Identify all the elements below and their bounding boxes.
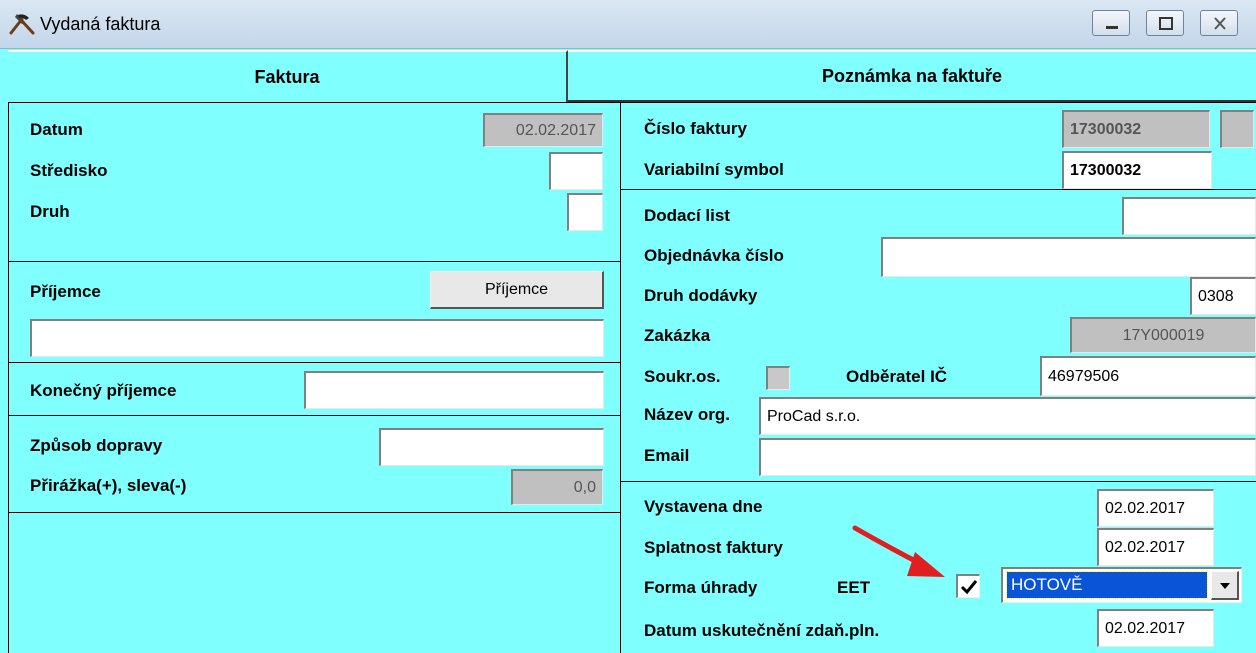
soukr-os-label: Soukr.os.	[644, 367, 721, 386]
nazev-org-field[interactable]: ProCad s.r.o.	[759, 397, 1256, 435]
checkmark-icon	[960, 580, 978, 595]
druh-field[interactable]	[567, 193, 603, 231]
prijemce-field[interactable]	[30, 319, 604, 357]
minimize-button[interactable]	[1092, 10, 1130, 36]
close-icon	[1214, 17, 1226, 30]
stredisko-field[interactable]	[549, 152, 603, 190]
odberatel-ic-label: Odběratel IČ	[846, 367, 948, 386]
minimize-icon	[1106, 26, 1118, 29]
divider-left-3	[8, 415, 620, 416]
divider-left-2	[8, 362, 620, 363]
nazev-org-label: Název org.	[644, 405, 730, 424]
hammer-pick-icon	[9, 14, 35, 35]
druh-dodavky-field[interactable]: 0308	[1190, 277, 1256, 315]
prijemce-button[interactable]: Příjemce	[430, 271, 604, 309]
tab-strip: Faktura Poznámka na faktuře	[8, 50, 1256, 102]
forma-uhrady-select[interactable]: HOTOVĚ	[1001, 567, 1242, 603]
prirazka-label: Přirážka(+), sleva(-)	[30, 476, 187, 495]
divider-right-2	[620, 481, 1256, 482]
eet-checkbox[interactable]	[956, 574, 980, 598]
datum-field[interactable]: 02.02.2017	[483, 113, 603, 147]
forma-uhrady-label: Forma úhrady	[644, 578, 758, 597]
column-divider	[620, 102, 621, 653]
left-border	[8, 102, 9, 653]
datum-zdan-field[interactable]: 02.02.2017	[1097, 609, 1214, 647]
cislo-faktury-field[interactable]: 17300032	[1062, 110, 1210, 148]
maximize-icon	[1159, 17, 1173, 30]
variabilni-symbol-label: Variabilní symbol	[644, 160, 784, 179]
stredisko-label: Středisko	[30, 161, 108, 180]
vystavena-dne-field[interactable]: 02.02.2017	[1097, 489, 1214, 527]
druh-dodavky-label: Druh dodávky	[644, 286, 758, 305]
red-arrow-icon	[852, 525, 945, 577]
cislo-faktury-suffix-field[interactable]	[1220, 110, 1254, 148]
splatnost-label: Splatnost faktury	[644, 538, 783, 557]
odberatel-ic-field[interactable]: 46979506	[1040, 356, 1256, 396]
konecny-prijemce-label: Konečný příjemce	[30, 381, 177, 400]
tab-faktura[interactable]: Faktura	[8, 50, 568, 102]
divider-left-4	[8, 512, 620, 513]
divider-left-1	[8, 261, 620, 262]
title-bar: Vydaná faktura	[0, 0, 1256, 49]
variabilni-symbol-field[interactable]: 17300032	[1062, 151, 1212, 189]
cislo-faktury-label: Číslo faktury	[644, 119, 747, 138]
tab-divider	[8, 102, 1256, 103]
dodaci-list-field[interactable]	[1122, 197, 1256, 235]
chevron-down-icon	[1220, 583, 1230, 589]
dropdown-button[interactable]	[1211, 571, 1239, 600]
maximize-button[interactable]	[1146, 10, 1184, 36]
druh-label: Druh	[30, 202, 70, 221]
objednavka-field[interactable]	[881, 237, 1256, 277]
zakazka-label: Zakázka	[644, 326, 711, 345]
vystavena-dne-label: Vystavena dne	[644, 497, 763, 516]
soukr-os-checkbox[interactable]	[766, 366, 790, 390]
dodaci-list-label: Dodací list	[644, 206, 730, 225]
prirazka-field[interactable]: 0,0	[511, 469, 603, 505]
objednavka-label: Objednávka číslo	[644, 246, 784, 265]
forma-uhrady-value: HOTOVĚ	[1006, 571, 1208, 599]
email-label: Email	[644, 446, 690, 465]
zakazka-field[interactable]: 17Y000019	[1070, 317, 1256, 353]
datum-label: Datum	[30, 120, 83, 139]
window-title: Vydaná faktura	[40, 14, 161, 34]
divider-right-1	[620, 189, 1256, 190]
prijemce-label: Příjemce	[30, 282, 101, 301]
datum-zdan-label: Datum uskutečnění zdaň.pln.	[644, 621, 880, 640]
konecny-prijemce-field[interactable]	[304, 371, 604, 409]
doprava-field[interactable]	[379, 428, 604, 466]
email-field[interactable]	[759, 438, 1256, 476]
tab-poznamka[interactable]: Poznámka na faktuře	[568, 50, 1256, 102]
splatnost-field[interactable]: 02.02.2017	[1097, 528, 1214, 566]
close-button[interactable]	[1200, 10, 1238, 36]
doprava-label: Způsob dopravy	[30, 436, 163, 455]
